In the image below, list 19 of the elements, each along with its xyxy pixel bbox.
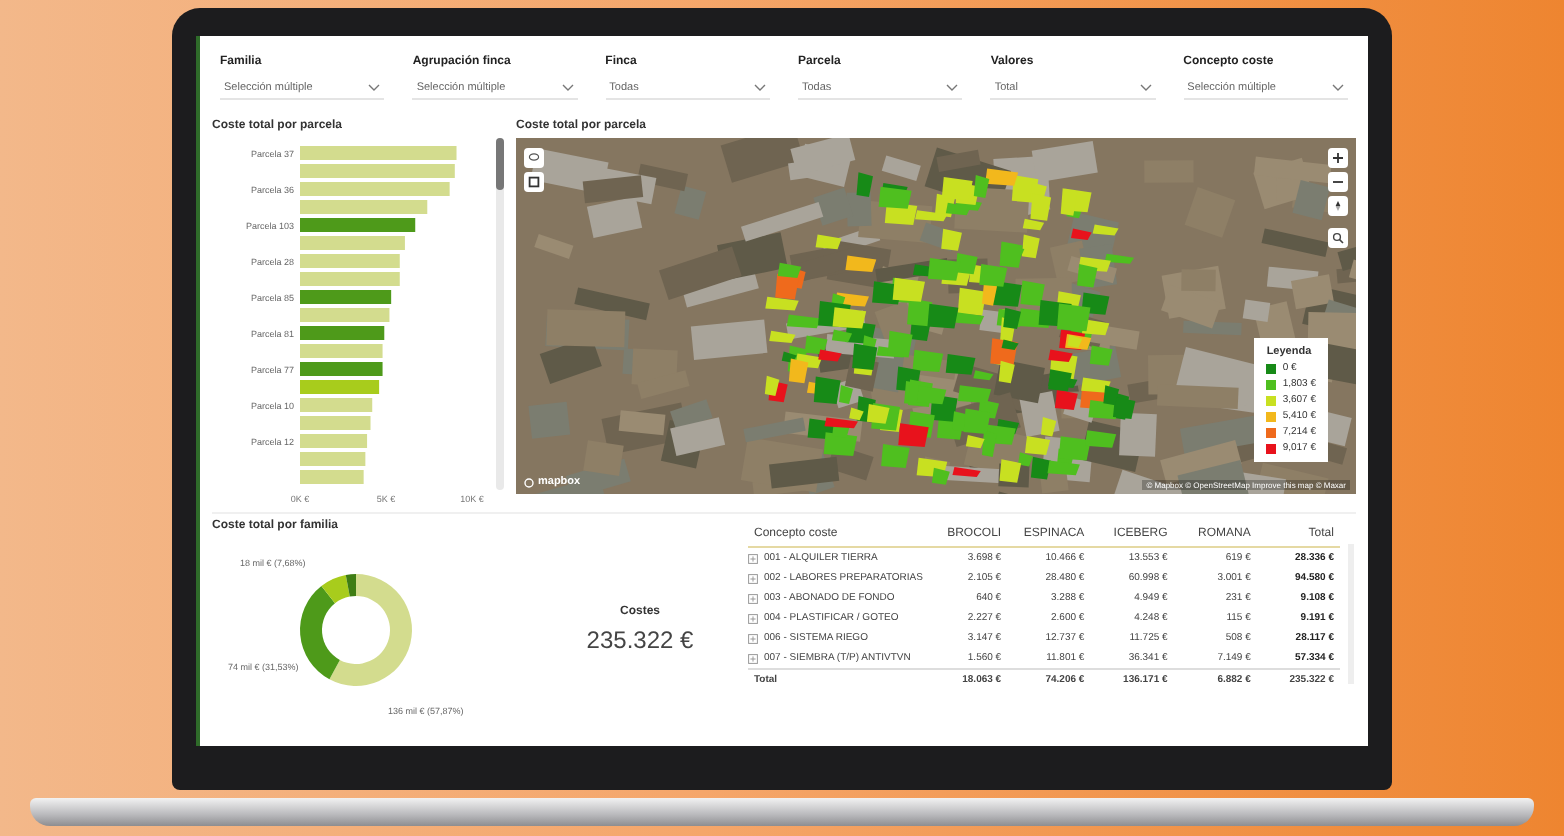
compass-icon[interactable] [1328, 196, 1348, 216]
zoom-in-icon[interactable] [1328, 148, 1348, 168]
kpi-value: 235.322 € [586, 625, 694, 653]
zoom-out-icon[interactable] [1328, 172, 1348, 192]
chevron-down-icon [1139, 84, 1152, 92]
expand-icon[interactable] [748, 613, 758, 623]
chevron-down-icon [946, 84, 959, 92]
expand-icon[interactable] [748, 573, 758, 583]
square-select-icon[interactable] [524, 172, 544, 192]
expand-icon[interactable] [748, 553, 758, 563]
expand-icon[interactable] [748, 593, 758, 603]
search-icon[interactable] [1328, 228, 1348, 248]
expand-icon[interactable] [748, 653, 758, 663]
expand-icon[interactable] [748, 633, 758, 643]
chevron-down-icon [368, 84, 381, 92]
chevron-down-icon [561, 84, 574, 92]
lasso-icon[interactable] [524, 148, 544, 168]
chevron-down-icon [754, 84, 766, 92]
chevron-down-icon [1332, 84, 1344, 92]
